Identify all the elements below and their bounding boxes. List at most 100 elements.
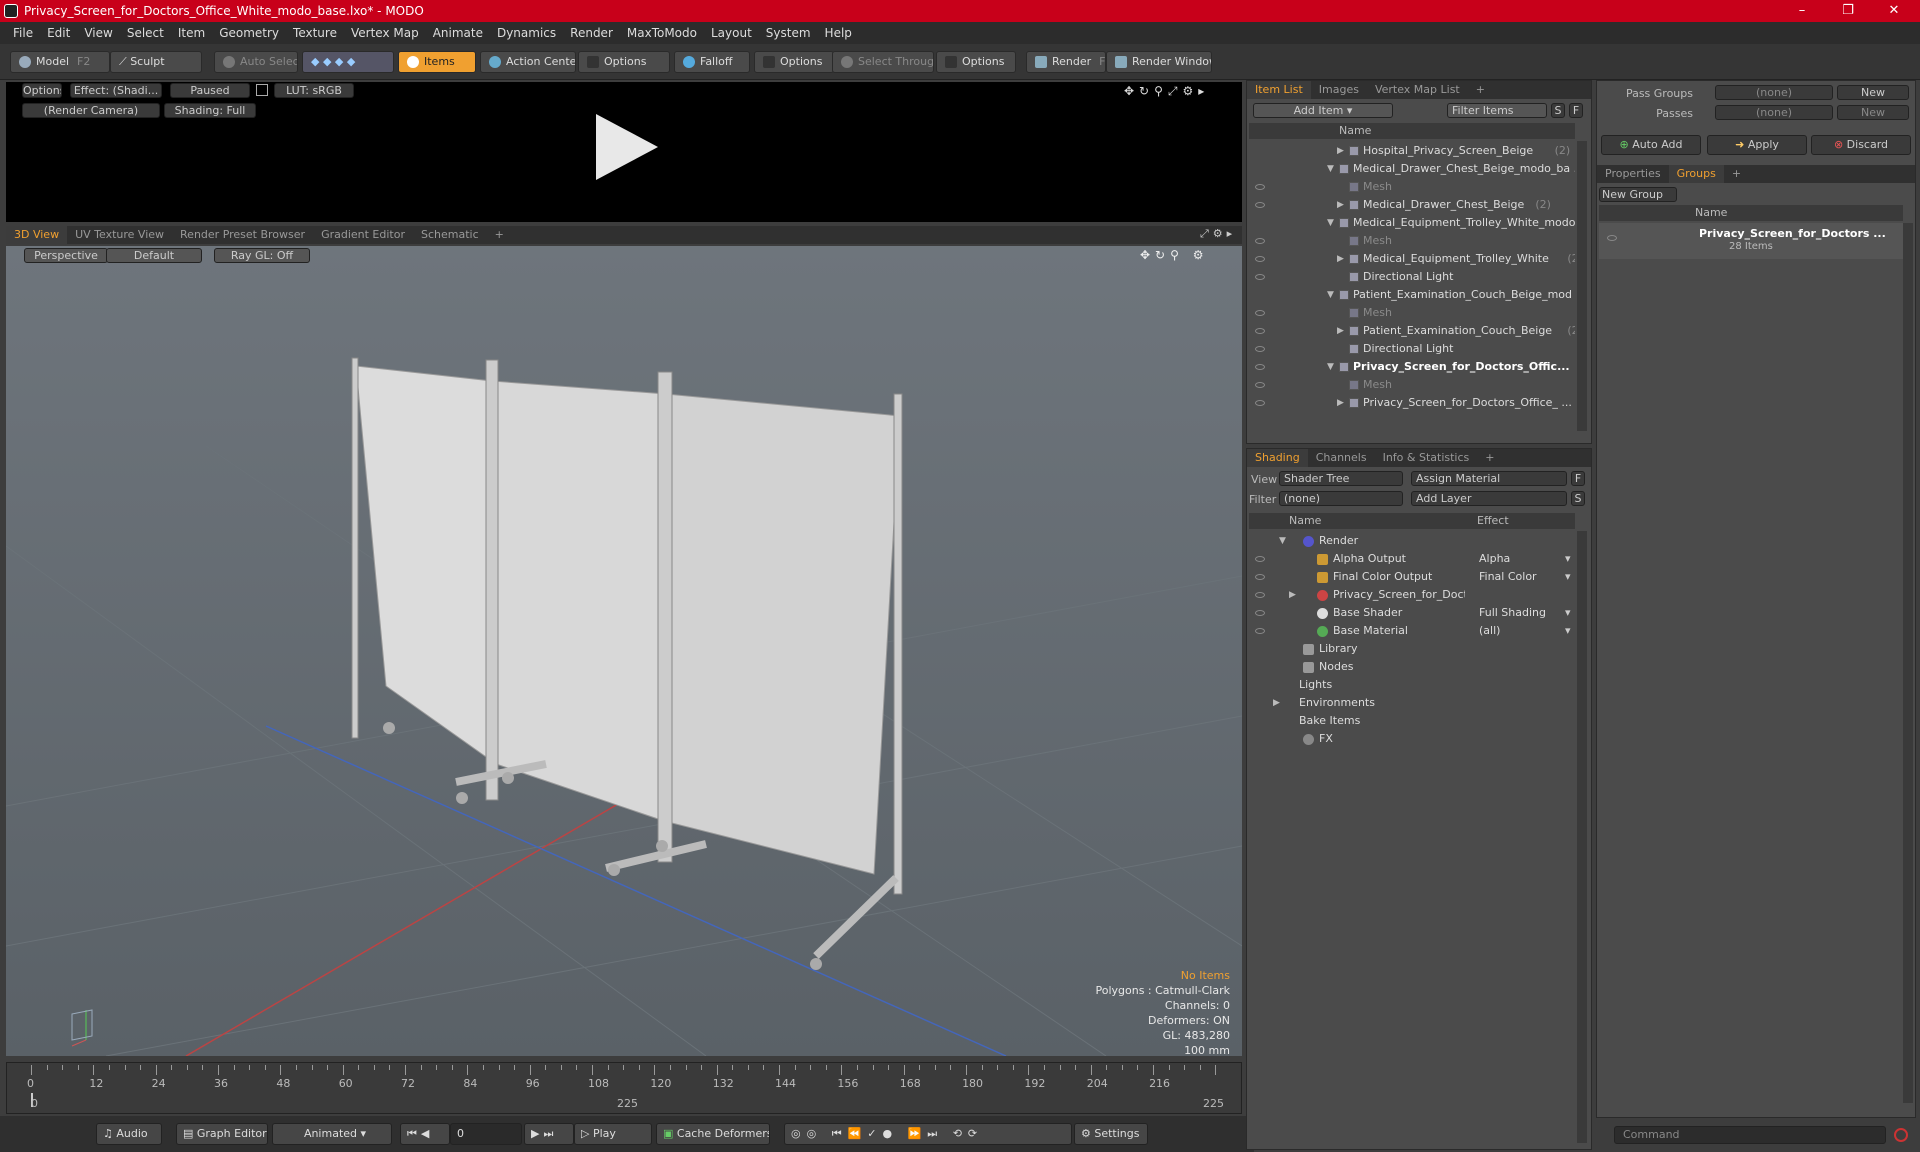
- minimize-button[interactable]: –: [1780, 0, 1824, 22]
- skip-back-buttons[interactable]: ⏮◀: [400, 1123, 450, 1145]
- item-row[interactable]: Mesh: [1249, 178, 1575, 196]
- item-list-scrollbar[interactable]: [1577, 141, 1587, 431]
- lut-dropdown[interactable]: LUT: sRGB: [274, 83, 354, 98]
- tab-vertex-map-list[interactable]: Vertex Map List: [1367, 81, 1468, 99]
- new-pass-button[interactable]: New: [1837, 105, 1909, 120]
- frame-input[interactable]: 0: [450, 1123, 522, 1145]
- tab--[interactable]: +: [1468, 81, 1493, 99]
- group-row[interactable]: Privacy_Screen_for_Doctors ... 28 Items: [1599, 223, 1903, 259]
- restore-button[interactable]: ❐: [1826, 0, 1870, 22]
- menu-help[interactable]: Help: [818, 26, 859, 40]
- new-pass-group-button[interactable]: New: [1837, 85, 1909, 100]
- expand-arrow-icon[interactable]: ▶: [1337, 142, 1344, 160]
- falloff-button[interactable]: Falloff: [674, 51, 750, 73]
- menu-render[interactable]: Render: [563, 26, 620, 40]
- action-center-button[interactable]: Action Center: [480, 51, 576, 73]
- item-row[interactable]: ▶ Medical_Equipment_Trolley_White (2): [1249, 250, 1575, 268]
- viewport-tab-icons[interactable]: ⤢⚙▸: [1200, 227, 1236, 241]
- effect-dropdown[interactable]: Alpha: [1479, 550, 1510, 568]
- paused-button[interactable]: Paused: [170, 83, 250, 98]
- expand-arrow-icon[interactable]: ▶: [1337, 196, 1344, 214]
- item-row[interactable]: ▶ Medical_Drawer_Chest_Beige (2): [1249, 196, 1575, 214]
- expand-arrow-icon[interactable]: ▶: [1289, 586, 1296, 604]
- shading-scrollbar[interactable]: [1577, 531, 1587, 1143]
- item-row[interactable]: Directional Light: [1249, 340, 1575, 358]
- shader-row[interactable]: Final Color Output Final Color ▾: [1249, 568, 1575, 586]
- shader-row[interactable]: Nodes: [1249, 658, 1575, 676]
- menu-edit[interactable]: Edit: [40, 26, 77, 40]
- effect-dropdown[interactable]: (all): [1479, 622, 1500, 640]
- play-button[interactable]: ▷ Play: [574, 1123, 652, 1145]
- tab-channels[interactable]: Channels: [1308, 449, 1375, 467]
- f-button[interactable]: F: [1569, 103, 1583, 118]
- sculpt-mode-button[interactable]: ⟋ Sculpt: [110, 51, 202, 73]
- settings-button[interactable]: ⚙ Settings: [1074, 1123, 1148, 1145]
- shader-row[interactable]: Library: [1249, 640, 1575, 658]
- command-input[interactable]: Command: [1614, 1126, 1886, 1144]
- item-row[interactable]: ▶ Hospital_Privacy_Screen_Beige (2): [1249, 142, 1575, 160]
- eye-icon[interactable]: [1255, 400, 1265, 406]
- shader-row[interactable]: ▼ Render: [1249, 532, 1575, 550]
- animated-dropdown[interactable]: Animated ▾: [272, 1123, 392, 1145]
- expand-arrow-icon[interactable]: ▶: [1273, 694, 1280, 712]
- preview-nav-icons[interactable]: ✥↻⚲⤢⚙▸: [1124, 84, 1209, 99]
- item-row[interactable]: ▼ Privacy_Screen_for_Doctors_Offic...: [1249, 358, 1575, 376]
- eye-icon[interactable]: [1255, 184, 1265, 190]
- tab-groups[interactable]: Groups: [1668, 165, 1724, 183]
- shading-f-button[interactable]: F: [1571, 471, 1585, 486]
- timeline[interactable]: 0 12 24 36 48 60 72 84 96 108 120 132 144 156 168 180 19…: [6, 1062, 1242, 1114]
- graph-editor-button[interactable]: ▤ Graph Editor: [176, 1123, 268, 1145]
- eye-icon[interactable]: [1255, 310, 1265, 316]
- tab-images[interactable]: Images: [1311, 81, 1367, 99]
- assign-material-dropdown[interactable]: Assign Material: [1411, 471, 1567, 486]
- add-layer-dropdown[interactable]: Add Layer: [1411, 491, 1567, 506]
- tab-schematic[interactable]: Schematic: [413, 226, 487, 244]
- select-through-options-button[interactable]: Options: [936, 51, 1016, 73]
- shader-row[interactable]: Lights: [1249, 676, 1575, 694]
- auto-select-button[interactable]: Auto Select: [214, 51, 298, 73]
- menu-item[interactable]: Item: [171, 26, 212, 40]
- tab-gradient-editor[interactable]: Gradient Editor: [313, 226, 413, 244]
- discard-button[interactable]: ⊗ Discard: [1811, 135, 1911, 155]
- menu-view[interactable]: View: [77, 26, 119, 40]
- view-dropdown[interactable]: Shader Tree: [1279, 471, 1403, 486]
- menu-vertex-map[interactable]: Vertex Map: [344, 26, 426, 40]
- shader-row[interactable]: Base Shader Full Shading ▾: [1249, 604, 1575, 622]
- menu-file[interactable]: File: [6, 26, 40, 40]
- shader-row[interactable]: FX: [1249, 730, 1575, 748]
- item-row[interactable]: ▶ Patient_Examination_Couch_Beige (2): [1249, 322, 1575, 340]
- tab-shading[interactable]: Shading: [1247, 449, 1308, 467]
- item-row[interactable]: Mesh: [1249, 232, 1575, 250]
- shading-dropdown[interactable]: Shading: Full: [164, 103, 256, 118]
- select-through-button[interactable]: Select Through: [832, 51, 934, 73]
- effect-dropdown[interactable]: Effect: (Shadi...: [70, 83, 162, 98]
- item-row[interactable]: Mesh: [1249, 376, 1575, 394]
- new-group-button[interactable]: New Group: [1599, 187, 1677, 202]
- shading-s-button[interactable]: S: [1571, 491, 1585, 506]
- pass-groups-dropdown[interactable]: (none): [1715, 85, 1833, 100]
- menu-maxtomodo[interactable]: MaxToModo: [620, 26, 704, 40]
- chevron-down-icon[interactable]: ▾: [1565, 568, 1571, 586]
- eye-icon[interactable]: [1255, 556, 1265, 562]
- timeline-ruler[interactable]: 0 12 24 36 48 60 72 84 96 108 120 132 144 156 168 180 19…: [7, 1065, 1241, 1093]
- eye-icon[interactable]: [1255, 256, 1265, 262]
- passes-dropdown[interactable]: (none): [1715, 105, 1833, 120]
- effect-dropdown[interactable]: Full Shading: [1479, 604, 1546, 622]
- audio-button[interactable]: ♫ Audio: [96, 1123, 162, 1145]
- eye-icon[interactable]: [1255, 628, 1265, 634]
- tab-info-statistics[interactable]: Info & Statistics: [1375, 449, 1478, 467]
- item-row[interactable]: ▼ Medical_Drawer_Chest_Beige_modo_ba ...: [1249, 160, 1575, 178]
- expand-arrow-icon[interactable]: ▶: [1337, 322, 1344, 340]
- apply-button[interactable]: ➜ Apply: [1707, 135, 1807, 155]
- shader-row[interactable]: ▶ Privacy_Screen_for_Docto...: [1249, 586, 1575, 604]
- shader-row[interactable]: Bake Items: [1249, 712, 1575, 730]
- eye-icon[interactable]: [1607, 235, 1617, 241]
- item-row[interactable]: ▶ Privacy_Screen_for_Doctors_Office_ ...: [1249, 394, 1575, 412]
- auto-add-button[interactable]: ⊕ Auto Add: [1601, 135, 1701, 155]
- expand-arrow-icon[interactable]: ▶: [1337, 250, 1344, 268]
- menu-select[interactable]: Select: [120, 26, 171, 40]
- record-macro-icon[interactable]: [1894, 1128, 1908, 1142]
- item-row[interactable]: ▼ Patient_Examination_Couch_Beige_mod ...: [1249, 286, 1575, 304]
- eye-icon[interactable]: [1255, 202, 1265, 208]
- selection-mode-buttons[interactable]: ◆ ◆ ◆ ◆: [302, 51, 394, 73]
